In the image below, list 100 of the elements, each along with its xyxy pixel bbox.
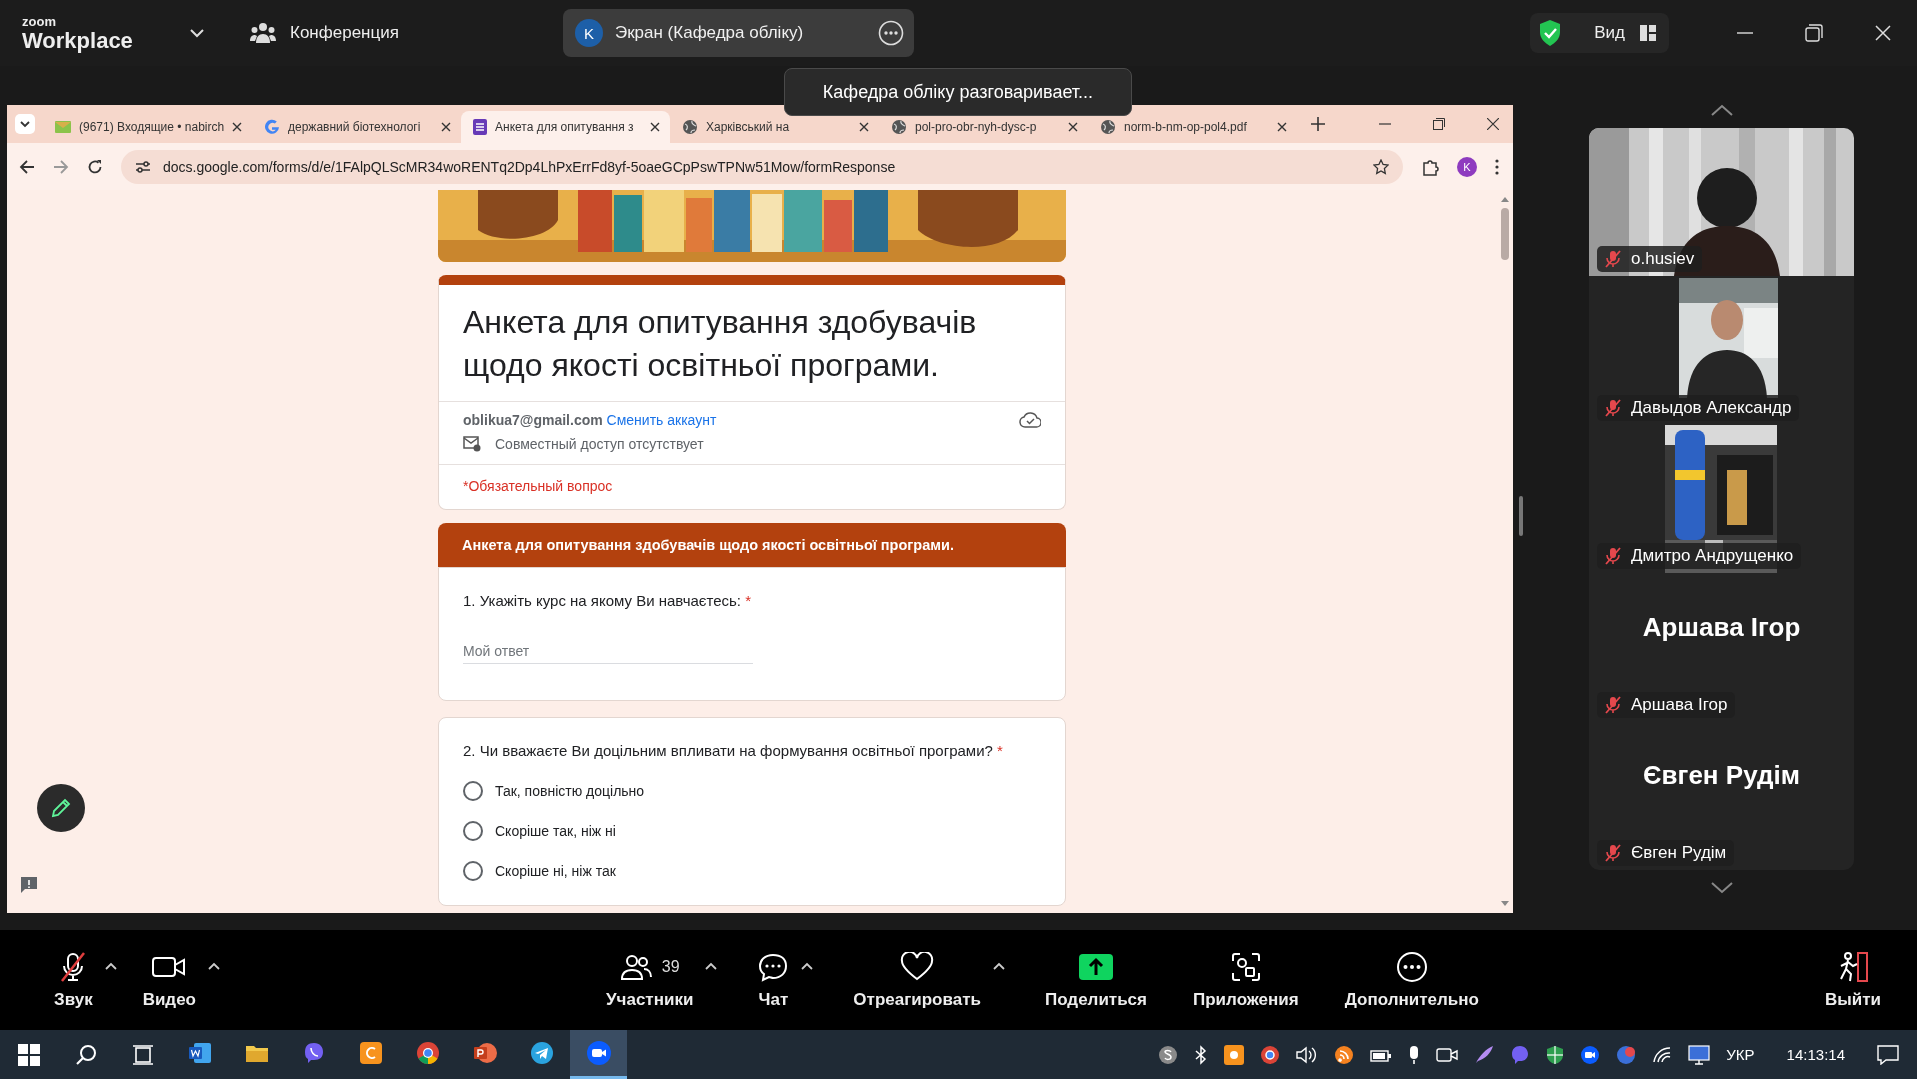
restore-icon[interactable]: [1805, 24, 1823, 42]
participant-name-tag: Давыдов Александр: [1597, 394, 1800, 421]
shield-check-icon: [1538, 19, 1563, 47]
video-meeting-icon[interactable]: [1580, 1044, 1601, 1065]
scroll-down-icon[interactable]: [1501, 901, 1509, 907]
share-indicator[interactable]: K Экран (Кафедра обліку): [562, 9, 914, 57]
share-button[interactable]: Поделиться: [1038, 946, 1153, 1014]
layout-grid-icon: [1639, 24, 1657, 42]
close-icon[interactable]: [232, 122, 242, 132]
form-title: Анкета для опитування здобувачів щодо якості освітньої програми.: [463, 303, 978, 385]
microphone-icon[interactable]: [1408, 1044, 1421, 1065]
required-note: *Обязательный вопрос: [463, 478, 613, 494]
caret-down-icon[interactable]: [190, 28, 204, 38]
people-icon: [619, 953, 652, 981]
leave-button[interactable]: Выйти: [1818, 946, 1887, 1014]
address-bar[interactable]: docs.google.com/forms/d/e/1FAlpQLScMR34woRENTq2Dp4LhPxErrFd8yf-5oaeGCpPswTPNw51Mow/formResponse: [121, 149, 1403, 184]
chevron-up-icon[interactable]: [1710, 104, 1733, 116]
heart-icon: [900, 952, 935, 982]
feedback-icon[interactable]: [19, 876, 39, 894]
react-button[interactable]: Отреагировать: [847, 946, 987, 1014]
envelope-icon: [55, 120, 71, 134]
new-tab-icon[interactable]: [1311, 117, 1325, 131]
folder-icon: [244, 1043, 269, 1063]
cloud-check-icon: [1019, 412, 1041, 428]
participant-display-name: Аршава Ігор: [1642, 611, 1801, 643]
chat-button[interactable]: Чат: [751, 946, 796, 1014]
participant-name-tag: Євген Рудім: [1597, 839, 1735, 866]
globe-icon: [682, 119, 698, 135]
skype-icon[interactable]: [1158, 1044, 1179, 1065]
question-text: 2. Чи вважаєте Ви доцільним впливати на формування освітньої програми? *: [463, 742, 1004, 759]
site-settings-icon[interactable]: [135, 159, 151, 174]
puzzle-icon[interactable]: [1421, 157, 1439, 176]
bluetooth-icon[interactable]: [1194, 1044, 1209, 1065]
edit-button[interactable]: [37, 784, 85, 832]
section-header: Анкета для опитування здобувачів щодо якості освітньої програми.: [438, 523, 1066, 567]
switch-account-link[interactable]: Сменить аккаунт: [606, 412, 717, 428]
view-control[interactable]: Вид: [1530, 13, 1669, 53]
caret-up-icon[interactable]: [992, 962, 1005, 970]
video-meeting-icon: [585, 1040, 612, 1066]
feed-icon[interactable]: [1334, 1044, 1355, 1065]
video-meeting-app-button[interactable]: [570, 1030, 627, 1079]
search-icon[interactable]: [75, 1043, 97, 1066]
notification-badge-icon[interactable]: [1616, 1044, 1637, 1065]
bookmark-star-icon[interactable]: [1373, 158, 1389, 175]
scroll-up-icon[interactable]: [1501, 196, 1509, 202]
caret-up-icon[interactable]: [208, 962, 220, 970]
close-icon[interactable]: [650, 122, 660, 132]
video-button[interactable]: Видео: [136, 946, 202, 1014]
meeting-info-button[interactable]: Конференция: [246, 18, 403, 48]
radio-button[interactable]: [463, 781, 483, 801]
caret-up-icon[interactable]: [104, 962, 117, 970]
sharing-status: Совместный доступ отсутствует: [495, 436, 704, 452]
brand-name: Workplace: [22, 29, 133, 52]
browser-tab[interactable]: Анкета для опитування з: [461, 111, 670, 143]
camera-icon[interactable]: [1436, 1045, 1459, 1064]
caret-up-icon[interactable]: [801, 962, 814, 970]
notifications-icon[interactable]: [1877, 1044, 1899, 1065]
browser-tab[interactable]: (9671) Входящие • nabirch: [43, 111, 252, 143]
input-language[interactable]: УКР: [1726, 1046, 1755, 1063]
chat-bubble-icon: [757, 952, 790, 982]
speaker-toast: Кафедра обліку разговаривает...: [784, 68, 1132, 116]
presentation-app-icon: [472, 1042, 497, 1064]
scrollbar-thumb[interactable]: [1501, 208, 1509, 260]
clock[interactable]: 14:13:14: [1786, 1046, 1845, 1063]
restore-icon[interactable]: [1433, 118, 1445, 130]
speaker-icon[interactable]: [1296, 1045, 1319, 1064]
caret-up-icon[interactable]: [705, 962, 718, 970]
profile-avatar[interactable]: K: [1457, 156, 1477, 177]
feather-icon[interactable]: [1474, 1044, 1495, 1065]
close-icon[interactable]: [859, 122, 869, 132]
shield-icon[interactable]: [1546, 1044, 1565, 1065]
chevron-down-icon[interactable]: [1710, 882, 1733, 894]
square-app-icon[interactable]: [1224, 1044, 1245, 1065]
form-icon: [473, 119, 487, 135]
more-icon[interactable]: [877, 20, 904, 46]
close-icon[interactable]: [1068, 122, 1078, 132]
participants-button[interactable]: 39 Участники: [600, 946, 700, 1014]
close-icon[interactable]: [441, 122, 451, 132]
task-view-icon[interactable]: [132, 1043, 154, 1066]
monitor-icon[interactable]: [1688, 1044, 1711, 1065]
back-arrow-icon[interactable]: [19, 158, 35, 175]
participant-name-tag: Аршава Ігор: [1597, 691, 1736, 718]
close-icon[interactable]: [1487, 118, 1499, 130]
radio-button[interactable]: [463, 861, 483, 881]
phone-chat-icon[interactable]: [1510, 1044, 1531, 1065]
reload-icon[interactable]: [87, 158, 103, 175]
browser-icon[interactable]: [1260, 1044, 1281, 1065]
forward-arrow-icon[interactable]: [53, 158, 69, 175]
close-icon[interactable]: [1277, 122, 1287, 132]
menu-dots-icon[interactable]: [1495, 158, 1499, 175]
more-button[interactable]: Дополнительно: [1338, 946, 1485, 1014]
apps-button[interactable]: Приложения: [1187, 946, 1305, 1014]
tab-search-icon[interactable]: [15, 114, 35, 134]
wifi-icon[interactable]: [1652, 1045, 1673, 1064]
square-app-icon: [359, 1042, 382, 1064]
participant-name-tag: o.husiev: [1597, 246, 1703, 273]
radio-button[interactable]: [463, 821, 483, 841]
audio-button[interactable]: Звук: [48, 946, 99, 1014]
windows-start-icon[interactable]: [18, 1043, 40, 1066]
browser-tab[interactable]: державний біотехнологі: [252, 111, 461, 143]
